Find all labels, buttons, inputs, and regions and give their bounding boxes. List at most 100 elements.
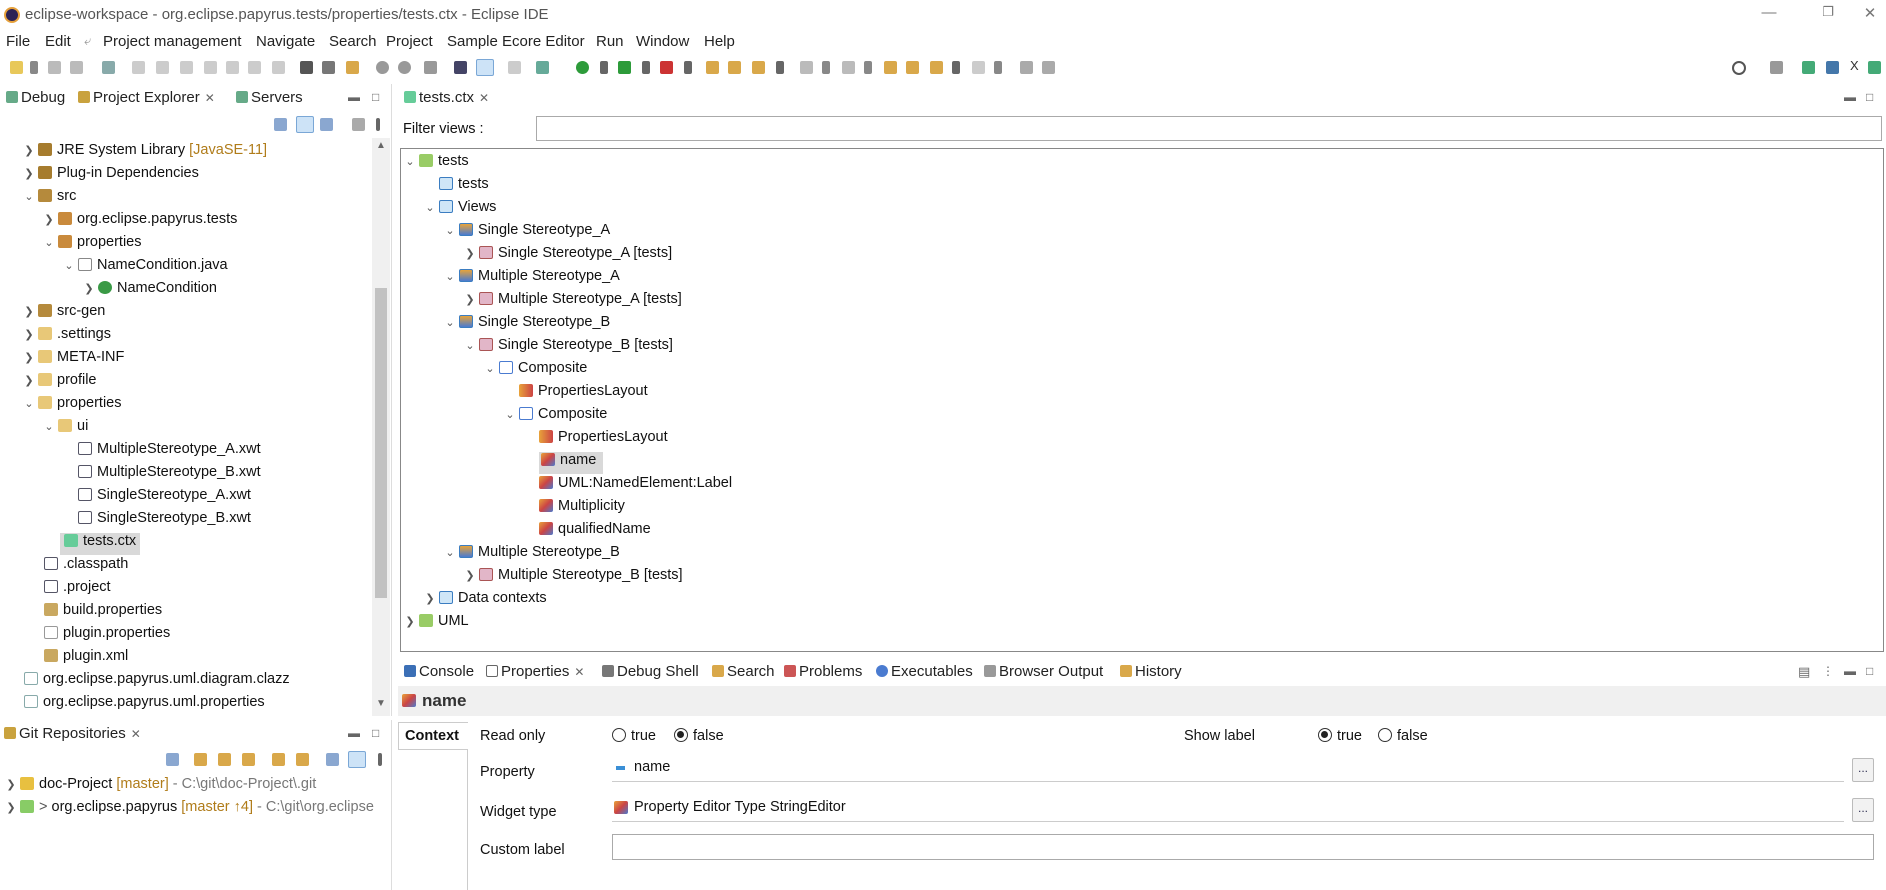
git-repo-row[interactable]: ❯ > org.eclipse.papyrus [master ↑4] - C:\… [6, 799, 374, 821]
tree-item[interactable]: ⌄ Composite [485, 360, 587, 382]
chevron-down-icon[interactable]: ⌄ [445, 316, 455, 329]
tree-item[interactable]: plugin.xml [44, 648, 128, 670]
save-icon[interactable] [48, 61, 61, 74]
forward-dropdown-icon[interactable] [994, 61, 1002, 74]
menu-project[interactable]: Project [386, 33, 433, 50]
scroll-down-icon[interactable]: ▼ [376, 698, 386, 709]
tree-item[interactable]: ❯ Plug-in Dependencies [24, 165, 198, 187]
chevron-right-icon[interactable]: ❯ [24, 351, 34, 364]
tree-item[interactable]: PropertiesLayout [505, 383, 648, 405]
chevron-down-icon[interactable]: ⌄ [445, 224, 455, 237]
coverage-dropdown-icon[interactable] [642, 61, 650, 74]
tree-item[interactable]: ❯ .settings [24, 326, 111, 348]
tree-item[interactable]: ❯ UML [405, 613, 468, 635]
tree-item[interactable]: ⌄ ui [44, 418, 88, 440]
create-repo-icon[interactable] [242, 753, 255, 766]
dropdown-icon[interactable] [30, 61, 38, 74]
show-label-true-radio[interactable]: true [1318, 728, 1362, 744]
tree-item[interactable]: ⌄ src [24, 188, 76, 210]
tree-item[interactable]: .project [44, 579, 111, 601]
tree-item[interactable]: ❯ profile [24, 372, 96, 394]
scrollbar-thumb[interactable] [375, 288, 387, 598]
link-selection-icon[interactable] [348, 751, 366, 768]
chevron-right-icon[interactable]: ❯ [465, 569, 475, 582]
property-browse-button[interactable]: ... [1852, 758, 1874, 782]
pin-view-icon[interactable]: ▤ [1798, 664, 1810, 680]
tree-item[interactable]: ⌄ Single Stereotype_B [tests] [465, 337, 673, 359]
suspend-icon[interactable] [156, 61, 169, 74]
next-annotation-icon[interactable] [800, 61, 813, 74]
minimize-icon[interactable]: — [1754, 4, 1784, 26]
chevron-down-icon[interactable]: ⌄ [64, 259, 74, 272]
minimize-editor-icon[interactable]: ▬ [1844, 90, 1856, 104]
chevron-down-icon[interactable]: ⌄ [505, 408, 515, 421]
collapse-all-icon[interactable] [166, 753, 179, 766]
maximize-view-icon[interactable]: □ [372, 726, 379, 740]
watchpoint-icon[interactable] [398, 61, 411, 74]
resume-icon[interactable] [132, 61, 145, 74]
tab-debug-shell[interactable]: Debug Shell [602, 663, 699, 680]
tab-browser-output[interactable]: Browser Output [984, 663, 1103, 680]
previous-annotation-icon[interactable] [842, 61, 855, 74]
chevron-right-icon[interactable]: ❯ [465, 293, 475, 306]
chevron-down-icon[interactable]: ⌄ [445, 270, 455, 283]
tab-history[interactable]: History [1120, 663, 1182, 680]
tree-item[interactable]: tests [425, 176, 489, 198]
external-tools-icon[interactable] [660, 61, 673, 74]
chevron-down-icon[interactable]: ⌄ [44, 236, 54, 249]
last-edit-icon[interactable] [884, 61, 897, 74]
view-settings-icon[interactable] [352, 118, 365, 131]
widget-type-field[interactable]: Property Editor Type StringEditor [612, 796, 1844, 822]
tab-search[interactable]: Search [712, 663, 775, 680]
tree-item[interactable]: .classpath [44, 556, 128, 578]
view-menu-icon[interactable]: ⋮ [1822, 664, 1834, 678]
previous-annotation-dropdown-icon[interactable] [864, 61, 872, 74]
tab-console[interactable]: Console [404, 663, 474, 680]
menu-project-management[interactable]: Project management [103, 33, 241, 50]
radio-icon[interactable] [1378, 728, 1392, 742]
tree-item[interactable]: ⌄ tests [405, 153, 468, 175]
tree-item[interactable]: ⌄ properties [44, 234, 141, 256]
restore-editor-icon[interactable] [1042, 61, 1055, 74]
tree-item[interactable]: SingleStereotype_A.xwt [64, 487, 251, 509]
tab-git-repositories[interactable]: Git Repositories ✕ [4, 725, 141, 742]
chevron-right-icon[interactable]: ❯ [24, 167, 34, 180]
connect-icon[interactable] [424, 61, 437, 74]
tree-item[interactable]: ❯ META-INF [24, 349, 124, 371]
tree-item[interactable]: ⌄ Views [425, 199, 496, 221]
step-return-icon[interactable] [272, 61, 285, 74]
drop-to-frame-icon[interactable] [300, 61, 313, 74]
explorer-scrollbar[interactable]: ▲ ▼ [372, 138, 390, 716]
link-editor-icon[interactable] [476, 59, 494, 76]
close-window-icon[interactable]: ✕ [1855, 4, 1885, 26]
tree-item[interactable]: ❯ org.eclipse.papyrus.tests [44, 211, 237, 233]
tree-item[interactable]: ⌄ Multiple Stereotype_A [445, 268, 619, 290]
read-only-true-radio[interactable]: true [612, 728, 656, 744]
widget-type-browse-button[interactable]: ... [1852, 798, 1874, 822]
new-icon[interactable] [10, 61, 23, 74]
view-menu-icon[interactable] [376, 118, 380, 131]
perspective-git-icon[interactable] [1868, 61, 1881, 74]
chevron-right-icon[interactable]: ❯ [44, 213, 54, 226]
open-type-icon[interactable] [706, 61, 719, 74]
menu-run[interactable]: Run [596, 33, 624, 50]
tree-item[interactable]: PropertiesLayout [525, 429, 668, 451]
tree-item[interactable]: ❯ Multiple Stereotype_A [tests] [465, 291, 681, 313]
perspective-plugin-icon[interactable] [1826, 61, 1839, 74]
tree-item[interactable]: ⌄ Single Stereotype_A [445, 222, 610, 244]
chevron-right-icon[interactable]: ❯ [465, 247, 475, 260]
perspective-java-icon[interactable] [1802, 61, 1815, 74]
chevron-right-icon[interactable]: ❯ [24, 328, 34, 341]
fetch-icon[interactable] [272, 753, 285, 766]
maximize-view-icon[interactable]: □ [372, 90, 379, 104]
hierarchical-icon[interactable] [326, 753, 339, 766]
tab-executables[interactable]: Executables [876, 663, 973, 680]
chevron-down-icon[interactable]: ⌄ [44, 420, 54, 433]
search-toolbar-icon[interactable] [752, 61, 765, 74]
coverage-icon[interactable] [618, 61, 631, 74]
radio-icon[interactable] [674, 728, 688, 742]
tree-item[interactable]: plugin.properties [44, 625, 170, 647]
forward-icon[interactable] [972, 61, 985, 74]
toggle-mark-occurrences-icon[interactable] [454, 61, 467, 74]
maximize-editor-icon[interactable]: □ [1866, 90, 1873, 104]
